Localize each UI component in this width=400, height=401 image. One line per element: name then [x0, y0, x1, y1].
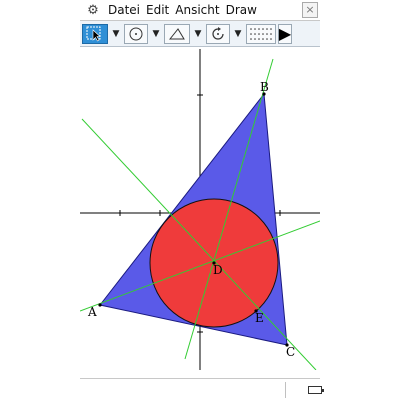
grid-tool-button[interactable] — [246, 23, 276, 44]
label-d: D — [213, 263, 223, 277]
triangle-tool-dropdown[interactable]: ▼ — [192, 24, 204, 44]
select-tool-dropdown[interactable]: ▼ — [110, 24, 122, 44]
triangle-tool-icon — [168, 27, 185, 39]
grid-dots-icon — [250, 27, 272, 40]
casio-geometry-app: ⚙ Datei Edit Ansicht Draw × ▼ ▼ ▼ ▼ ▶ A … — [79, 0, 324, 401]
geometry-canvas[interactable]: A B C D E — [79, 49, 321, 371]
select-tool-button[interactable] — [82, 23, 108, 44]
gear-icon[interactable]: ⚙ — [84, 1, 102, 19]
rotate-icon — [212, 26, 224, 40]
menu-ansicht[interactable]: Ansicht — [175, 3, 219, 17]
select-arrow-icon — [86, 26, 101, 41]
status-divider — [285, 382, 286, 398]
label-c: C — [286, 345, 295, 359]
label-b: B — [260, 80, 269, 94]
point-a[interactable] — [98, 303, 102, 307]
label-a: A — [87, 305, 97, 319]
battery-icon — [308, 386, 324, 394]
status-bar — [80, 378, 324, 401]
triangle-tool-button[interactable] — [164, 23, 190, 44]
circle-tool-dropdown[interactable]: ▼ — [150, 24, 162, 44]
label-e: E — [255, 311, 264, 325]
rotate-tool-button[interactable] — [206, 23, 230, 44]
menu-draw[interactable]: Draw — [226, 3, 257, 17]
toolbar-next-button[interactable]: ▶ — [278, 23, 292, 44]
circle-tool-icon — [129, 27, 143, 40]
menu-bar: ⚙ Datei Edit Ansicht Draw × — [80, 0, 320, 21]
menu-edit[interactable]: Edit — [146, 3, 169, 17]
rotate-tool-dropdown[interactable]: ▼ — [232, 24, 244, 44]
circle-tool-button[interactable] — [124, 23, 148, 44]
close-button[interactable]: × — [302, 2, 318, 18]
menu-datei[interactable]: Datei — [108, 3, 140, 17]
toolbar: ▼ ▼ ▼ ▼ ▶ — [80, 21, 320, 47]
